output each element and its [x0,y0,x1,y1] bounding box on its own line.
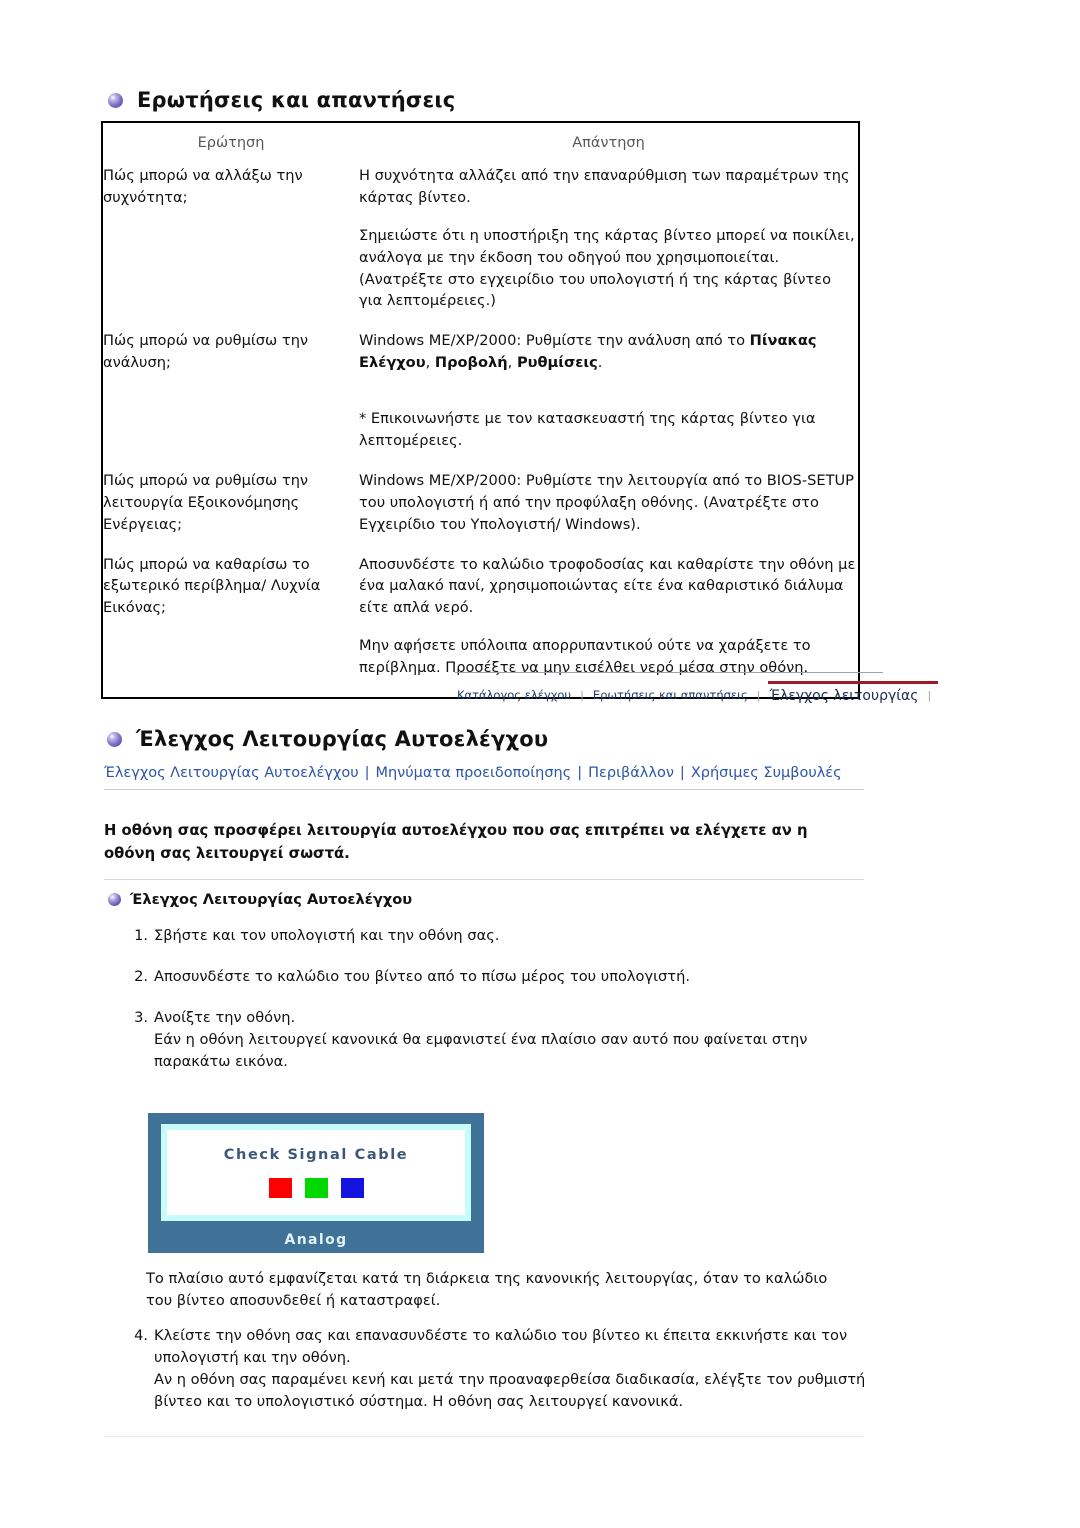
column-header-question: Ερώτηση [197,135,265,151]
faq-answer-paragraph: Η συχνότητα αλλάζει από την επαναρύθμιση… [359,167,850,206]
faq-question-text: Πώς μπορώ να καθαρίσω το εξωτερικό περίβ… [103,555,321,617]
purple-sphere-icon [107,731,122,747]
divider-above-subsection [104,879,864,880]
list-item: 3. Ανοίξτε την οθόνη. Εάν η οθόνη λειτου… [128,1007,888,1073]
faq-answer-paragraph: Windows ME/XP/2000: Ρυθμίστε την λειτουρ… [359,471,854,533]
table-row: Πώς μπορώ να ρυθμίσω την ανάλυση; Window… [103,330,858,470]
faq-answer-paragraph: Αποσυνδέστε το καλώδιο τροφοδοσίας και κ… [359,555,856,617]
sublink-separator: | [364,765,370,781]
selftest-step-list-continued: 4. Κλείστε την οθόνη σας και επανασυνδέσ… [104,1325,888,1413]
column-header-answer: Απάντηση [572,135,645,151]
monitor-osd-image: Check Signal Cable Analog [148,1113,484,1253]
nav-item-catalog[interactable]: Κατάλογος ελέγχου [455,689,573,702]
purple-sphere-icon [108,92,123,108]
faq-question-cell: Πώς μπορώ να καθαρίσω το εξωτερικό περίβ… [103,554,359,697]
sublink-environment[interactable]: Περιβάλλον [588,765,674,781]
selftest-intro-text: Η οθόνη σας προσφέρει λειτουργία αυτοελέ… [104,822,808,862]
page-root: Ερωτήσεις και απαντήσεις Ερώτηση Απάντησ… [0,0,1080,1528]
table-row: Πώς μπορώ να ρυθμίσω την λειτουργία Εξοι… [103,470,858,554]
step-number: 4. [134,1327,148,1344]
osd-message-text: Check Signal Cable [223,1147,409,1163]
step-text: Αποσυνδέστε το καλώδιο του βίντεο από το… [154,967,690,985]
purple-sphere-icon [108,893,121,906]
list-item: 4. Κλείστε την οθόνη σας και επανασυνδέσ… [128,1325,888,1413]
mid-nav-inactive-group: Κατάλογος ελέγχου | Ερωτήσεις και απαντή… [455,689,768,704]
faq-table-body: Πώς μπορώ να αλλάξω την συχνότητα; Η συχ… [103,165,858,697]
answer-suffix: . [597,354,603,372]
nav-separator: | [756,689,761,702]
faq-section-heading: Ερωτήσεις και απαντήσεις [108,88,455,112]
faq-header-row: Ερώτηση Απάντηση [103,123,858,165]
faq-question-text: Πώς μπορώ να ρυθμίσω την ανάλυση; [103,332,309,372]
answer-bold-settings: Ρυθμίσεις [516,354,598,372]
step-number: 1. [134,927,148,944]
faq-answer-paragraph: * Επικοινωνήστε με τον κατασκευαστή της … [359,410,816,450]
faq-answer-paragraph: Σημειώστε ότι η υποστήριξη της κάρτας βί… [359,226,855,310]
selftest-subsection-title: Έλεγχος Λειτουργίας Αυτοελέγχου [130,891,413,908]
step-text-continued: Εάν η οθόνη λειτουργεί κανονικά θα εμφαν… [154,1030,808,1070]
step-text: Σβήστε και τον υπολογιστή και την οθόνη … [154,927,500,944]
faq-question-text: Πώς μπορώ να ρυθμίσω την λειτουργία Εξοι… [103,471,309,533]
bottom-divider [104,1436,864,1437]
selftest-heading-text: Έλεγχος Λειτουργίας Αυτοελέγχου [136,727,549,751]
answer-bold-display: Προβολή [434,354,508,372]
step-text: Ανοίξτε την οθόνη. [154,1008,296,1026]
osd-inner-panel: Check Signal Cable [161,1124,471,1221]
step-text: Κλείστε την οθόνη σας και επανασυνδέστε … [154,1327,848,1366]
faq-question-cell: Πώς μπορώ να ρυθμίσω την ανάλυση; [103,330,359,470]
answer-sep-1: , [425,354,435,372]
step-number: 3. [134,1008,148,1026]
red-swatch [268,1178,292,1198]
osd-color-swatches [167,1178,465,1198]
faq-table: Ερώτηση Απάντηση Πώς μπορώ να αλλάξω την… [103,123,858,697]
step-number: 2. [134,967,148,985]
answer-prefix: Windows ME/XP/2000: Ρυθμίστε την ανάλυση… [359,332,750,350]
list-item: 1. Σβήστε και τον υπολογιστή και την οθό… [128,925,888,947]
sublink-separator: | [577,765,583,781]
faq-question-text: Πώς μπορώ να αλλάξω την συχνότητα; [103,167,303,206]
table-row: Πώς μπορώ να αλλάξω την συχνότητα; Η συχ… [103,165,858,330]
faq-table-container: Ερώτηση Απάντηση Πώς μπορώ να αλλάξω την… [101,121,860,700]
nav-item-faq[interactable]: Ερωτήσεις και απαντήσεις [591,689,750,702]
faq-answer-cell: Η συχνότητα αλλάζει από την επαναρύθμιση… [359,165,858,330]
faq-answer-cell: Windows ME/XP/2000: Ρυθμίστε την λειτουρ… [359,470,858,554]
selftest-after-image-text: Το πλαίσιο αυτό εμφανίζεται κατά τη διάρ… [146,1270,828,1309]
faq-answer-cell: Windows ME/XP/2000: Ρυθμίστε την ανάλυση… [359,330,858,470]
mid-navigation-bar: Κατάλογος ελέγχου | Ερωτήσεις και απαντή… [455,672,939,704]
faq-table-head: Ερώτηση Απάντηση [103,123,858,165]
nav-separator: | [927,689,932,702]
mid-nav-active-group: Έλεγχος λειτουργίας | [767,681,939,703]
osd-input-label: Analog [284,1232,348,1248]
faq-question-cell: Πώς μπορώ να αλλάξω την συχνότητα; [103,165,359,330]
sublink-selftest[interactable]: Έλεγχος Λειτουργίας Αυτοελέγχου [104,765,359,781]
list-item: 2. Αποσυνδέστε το καλώδιο του βίντεο από… [128,966,888,988]
nav-item-selftest-active[interactable]: Έλεγχος λειτουργίας [768,689,921,703]
sublink-warning-messages[interactable]: Μηνύματα προειδοποίησης [375,765,571,781]
green-swatch [304,1178,328,1198]
faq-heading-text: Ερωτήσεις και απαντήσεις [137,88,456,112]
selftest-sublinks: Έλεγχος Λειτουργίας Αυτοελέγχου | Μηνύματα… [104,762,864,791]
selftest-subsection-heading: Έλεγχος Λειτουργίας Αυτοελέγχου [108,891,412,908]
faq-question-cell: Πώς μπορώ να ρυθμίσω την λειτουργία Εξοι… [103,470,359,554]
answer-sep-2: , [507,354,517,372]
selftest-step-list: 1. Σβήστε και τον υπολογιστή και την οθό… [104,925,888,1091]
sublink-separator: | [679,765,685,781]
sublink-useful-tips[interactable]: Χρήσιμες Συμβουλές [691,765,842,781]
blue-swatch [340,1178,364,1198]
nav-separator: | [580,689,584,702]
faq-answer-paragraph-rich: Windows ME/XP/2000: Ρυθμίστε την ανάλυση… [359,330,858,374]
step-text-continued: Αν η οθόνη σας παραμένει κενή και μετά τ… [154,1370,866,1410]
selftest-section-heading: Έλεγχος Λειτουργίας Αυτοελέγχου [107,727,548,751]
